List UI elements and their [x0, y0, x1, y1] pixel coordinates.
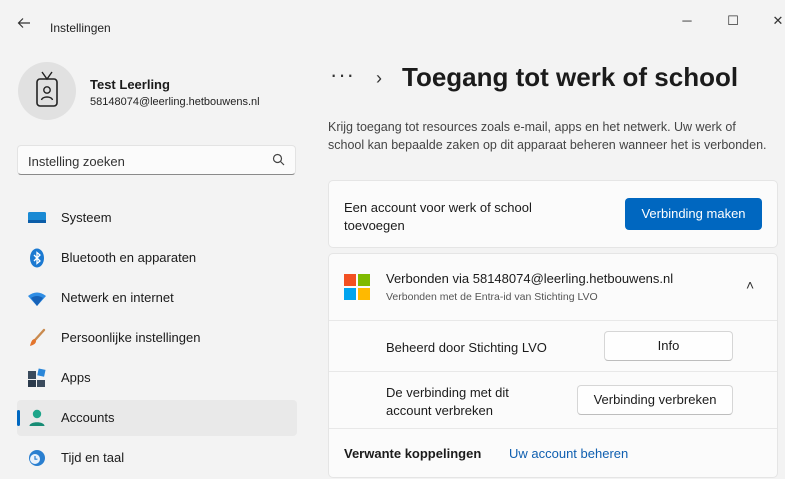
chevron-up-icon[interactable]: ˄ — [746, 277, 754, 293]
disconnect-label: De verbinding met dit account verbreken — [386, 385, 509, 418]
sidebar-item-accounts[interactable]: Accounts — [17, 400, 297, 436]
apps-icon — [28, 368, 46, 387]
connected-account-subtitle: Verbonden met de Entra-id van Stichting … — [386, 291, 598, 303]
divider — [329, 320, 777, 321]
sidebar-item-label: Tijd en taal — [61, 450, 125, 465]
profile-name: Test Leerling — [90, 77, 170, 92]
bluetooth-icon — [30, 248, 44, 268]
sidebar-item-tijd[interactable]: Tijd en taal — [17, 440, 297, 476]
page-title: Toegang tot werk of school — [402, 62, 739, 92]
sidebar-item-systeem[interactable]: Systeem — [17, 200, 297, 236]
microsoft-logo-icon — [344, 274, 370, 300]
active-indicator — [17, 410, 20, 426]
add-account-text: Een account voor werk of school toevoege… — [344, 200, 532, 233]
maximize-button[interactable]: ☐ — [713, 8, 753, 34]
id-badge-icon — [36, 71, 58, 107]
sidebar-item-persoonlijk[interactable]: Persoonlijke instellingen — [17, 320, 297, 356]
divider — [329, 371, 777, 372]
sidebar-item-label: Apps — [61, 370, 91, 385]
minimize-button[interactable]: ─ — [667, 8, 707, 34]
app-title: Instellingen — [50, 21, 111, 35]
manage-account-link[interactable]: Uw account beheren — [509, 446, 628, 461]
page-description: Krijg toegang tot resources zoals e-mail… — [328, 120, 767, 152]
disconnect-button[interactable]: Verbinding verbreken — [577, 385, 733, 415]
arrow-left-icon — [17, 18, 30, 28]
sidebar-item-label: Persoonlijke instellingen — [61, 330, 201, 345]
breadcrumb-more-button[interactable]: ··· — [330, 62, 355, 88]
connect-button[interactable]: Verbinding maken — [625, 198, 762, 230]
close-button[interactable]: ✕ — [758, 8, 785, 34]
search-placeholder: Instelling zoeken — [28, 154, 125, 169]
paintbrush-icon — [30, 328, 46, 346]
sidebar-item-label: Netwerk en internet — [61, 290, 174, 305]
connected-account-title: Verbonden via 58148074@leerling.hetbouwe… — [386, 271, 674, 286]
profile-email: 58148074@leerling.hetbouwens.nl — [90, 96, 260, 108]
person-icon — [29, 409, 45, 426]
connected-account-card — [328, 253, 778, 478]
sidebar-item-label: Bluetooth en apparaten — [61, 250, 197, 265]
sidebar-item-apps[interactable]: Apps — [17, 360, 297, 396]
managed-by-label: Beheerd door Stichting LVO — [386, 340, 547, 355]
chevron-right-icon: › — [376, 68, 382, 88]
monitor-icon — [28, 212, 46, 223]
avatar[interactable] — [18, 62, 76, 120]
related-links-label: Verwante koppelingen — [344, 446, 482, 461]
sidebar-item-label: Accounts — [61, 410, 115, 425]
back-button[interactable] — [14, 16, 34, 35]
sidebar-item-label: Systeem — [61, 210, 112, 225]
sidebar-item-bluetooth[interactable]: Bluetooth en apparaten — [17, 240, 297, 276]
globe-clock-icon — [29, 450, 45, 466]
wifi-icon — [28, 292, 46, 306]
divider — [329, 428, 777, 429]
search-input[interactable]: Instelling zoeken — [17, 145, 296, 175]
info-button[interactable]: Info — [604, 331, 733, 361]
sidebar-item-netwerk[interactable]: Netwerk en internet — [17, 280, 297, 316]
search-icon — [272, 153, 285, 166]
